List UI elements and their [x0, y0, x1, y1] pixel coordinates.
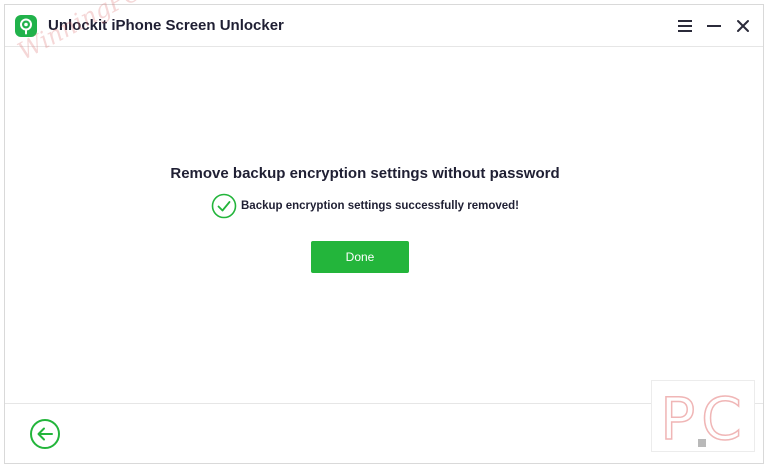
back-arrow-icon — [30, 419, 60, 449]
app-logo-icon — [15, 15, 37, 37]
done-button[interactable]: Done — [311, 241, 409, 273]
minimize-icon — [707, 25, 721, 27]
minimize-button[interactable] — [704, 16, 724, 36]
status-text: Backup encryption settings successfully … — [241, 200, 520, 212]
page-title: Remove backup encryption settings withou… — [170, 165, 560, 182]
title-bar: Unlockit iPhone Screen Unlocker — [5, 5, 763, 47]
check-circle-icon — [211, 193, 237, 219]
app-window: Unlockit iPhone Screen Unlocker WinningP… — [4, 0, 764, 465]
app-title: Unlockit iPhone Screen Unlocker — [48, 17, 284, 34]
footer-bar — [5, 403, 763, 465]
close-icon — [737, 20, 749, 32]
menu-button[interactable] — [675, 16, 695, 36]
back-button[interactable] — [29, 418, 61, 450]
close-button[interactable] — [733, 16, 753, 36]
pc-logo: PC — [651, 380, 755, 454]
hamburger-menu-icon — [678, 20, 692, 32]
status-message: Backup encryption settings successfully … — [211, 193, 519, 219]
